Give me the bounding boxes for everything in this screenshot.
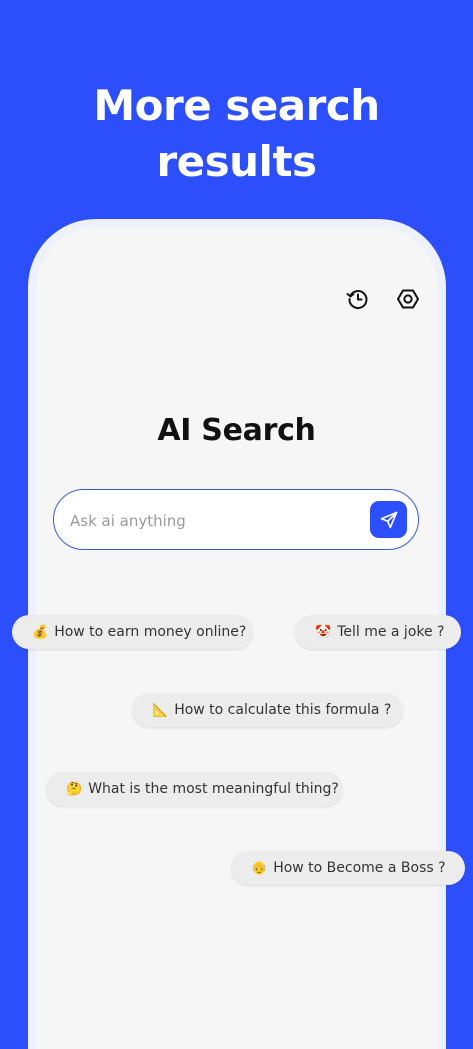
suggestion-chip[interactable]: 💰 How to earn money online? bbox=[12, 615, 253, 649]
clown-face-icon: 🤡 bbox=[315, 624, 332, 640]
old-man-icon: 👴 bbox=[251, 860, 268, 876]
promo-headline: More search results bbox=[0, 78, 473, 190]
thinking-face-icon: 🤔 bbox=[66, 781, 83, 797]
suggestion-label: Tell me a joke ? bbox=[337, 624, 445, 640]
suggestion-label: How to calculate this formula ? bbox=[174, 702, 392, 718]
suggestion-label: How to earn money online? bbox=[54, 624, 247, 640]
headline-line-2: results bbox=[156, 137, 317, 186]
headline-line-1: More search bbox=[93, 81, 380, 130]
money-bag-icon: 💰 bbox=[32, 624, 49, 640]
search-bar bbox=[53, 489, 419, 550]
settings-hexagon-icon[interactable] bbox=[395, 286, 421, 312]
send-icon bbox=[380, 511, 397, 528]
search-input[interactable] bbox=[68, 506, 362, 536]
triangular-ruler-icon: 📐 bbox=[152, 702, 169, 718]
suggestion-chip[interactable]: 🤔 What is the most meaningful thing? bbox=[46, 772, 343, 806]
send-button[interactable] bbox=[370, 501, 407, 538]
app-title: AI Search bbox=[157, 413, 316, 448]
suggestion-label: What is the most meaningful thing? bbox=[88, 781, 339, 797]
suggestion-chip[interactable]: 📐 How to calculate this formula ? bbox=[132, 693, 403, 727]
suggestion-chip[interactable]: 👴 How to Become a Boss ? bbox=[231, 851, 465, 885]
suggestion-chip[interactable]: 🤡 Tell me a joke ? bbox=[295, 615, 461, 649]
suggestion-label: How to Become a Boss ? bbox=[273, 860, 446, 876]
history-icon[interactable] bbox=[345, 286, 371, 312]
